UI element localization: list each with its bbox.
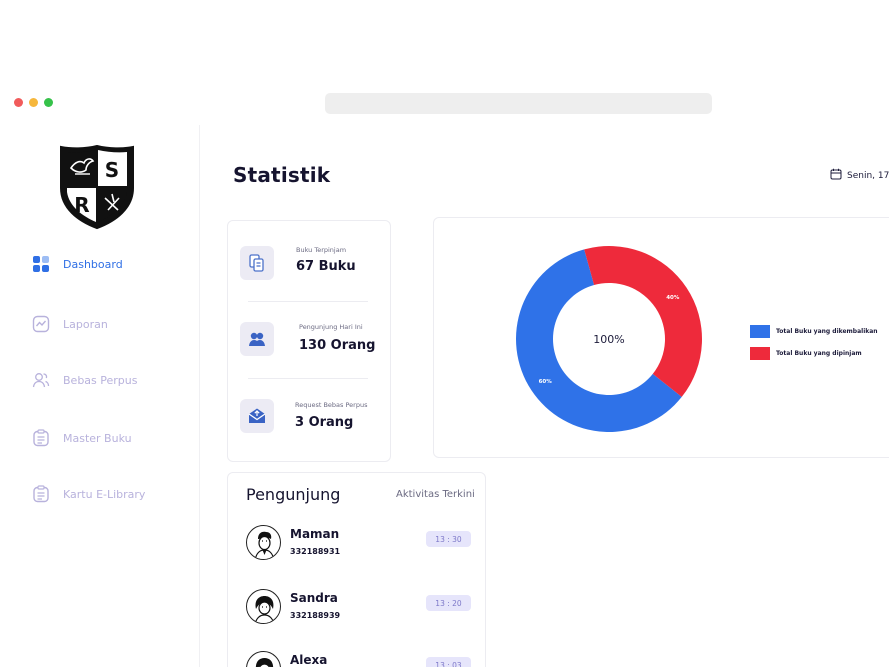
chart-legend: Total Buku yang dikembalikan Total Buku … xyxy=(750,320,878,364)
stat-pengunjung: Pengunjung Hari Ini 130 Orang xyxy=(240,322,390,362)
stat-value: 3 Orang xyxy=(295,415,354,430)
shield-logo-icon: S R xyxy=(60,144,134,230)
visitors-subtitle: Aktivitas Terkini xyxy=(396,489,475,500)
books-icon xyxy=(240,246,274,280)
visitor-row[interactable]: Maman 332188931 13 : 30 xyxy=(246,525,472,569)
visitor-row[interactable]: Alexa 13 : 03 xyxy=(246,651,472,667)
sidebar-item-master-buku[interactable]: Master Buku xyxy=(32,429,132,447)
clipboard-icon xyxy=(32,429,50,447)
legend-label: Total Buku yang dipinjam xyxy=(776,349,862,357)
sidebar-item-label: Kartu E-Library xyxy=(63,487,146,501)
legend-swatch xyxy=(750,324,770,338)
visitor-name: Alexa xyxy=(290,653,328,667)
mail-request-icon xyxy=(240,399,274,433)
svg-text:S: S xyxy=(105,158,119,182)
stat-label: Request Bebas Perpus xyxy=(295,401,368,409)
chart-line-icon xyxy=(32,315,50,333)
avatar xyxy=(246,651,281,667)
time-badge: 13 : 03 xyxy=(426,657,471,667)
grid-icon xyxy=(32,255,50,273)
maximize-window-dot[interactable] xyxy=(44,98,53,107)
stat-buku-terpinjam: Buku Terpinjam 67 Buku xyxy=(240,246,390,286)
users-icon xyxy=(32,371,50,389)
visitors-title: Pengunjung xyxy=(246,485,341,504)
visitor-id: 332188931 xyxy=(290,547,341,556)
sidebar-divider xyxy=(199,125,200,667)
close-window-dot[interactable] xyxy=(14,98,23,107)
visitors-card: Pengunjung Aktivitas Terkini Maman 33218… xyxy=(227,472,486,667)
sidebar-item-label: Dashboard xyxy=(63,257,123,271)
visitor-name: Sandra xyxy=(290,591,338,605)
time-badge: 13 : 30 xyxy=(426,531,471,547)
avatar xyxy=(246,525,281,560)
stat-request-bebas-perpus: Request Bebas Perpus 3 Orang xyxy=(240,399,390,439)
donut-center-label: 100% xyxy=(593,333,624,346)
sidebar-item-dashboard[interactable]: Dashboard xyxy=(32,255,123,273)
stat-label: Pengunjung Hari Ini xyxy=(299,323,363,331)
visitor-row[interactable]: Sandra 332188939 13 : 20 xyxy=(246,589,472,633)
time-badge: 13 : 20 xyxy=(426,595,471,611)
legend-swatch xyxy=(750,346,770,360)
avatar xyxy=(246,589,281,624)
stat-value: 130 Orang xyxy=(299,338,376,353)
sidebar-item-laporan[interactable]: Laporan xyxy=(32,315,108,333)
minimize-window-dot[interactable] xyxy=(29,98,38,107)
slice-value-label: 60% xyxy=(539,379,553,385)
window-controls xyxy=(14,98,53,107)
calendar-icon xyxy=(830,168,842,183)
page-title: Statistik xyxy=(233,163,331,187)
sidebar-item-label: Master Buku xyxy=(63,431,132,445)
legend-item: Total Buku yang dipinjam xyxy=(750,342,878,364)
people-icon xyxy=(240,322,274,356)
donut-slice[interactable] xyxy=(584,246,702,397)
divider xyxy=(248,301,368,302)
date-text: Senin, 17 N xyxy=(847,170,889,181)
legend-item: Total Buku yang dikembalikan xyxy=(750,320,878,342)
address-bar[interactable] xyxy=(325,93,712,114)
school-logo: S R xyxy=(58,144,136,230)
svg-text:R: R xyxy=(74,193,89,217)
person-avatar-icon xyxy=(255,658,274,667)
clipboard-icon xyxy=(32,485,50,503)
person-avatar-icon xyxy=(254,531,275,559)
donut-chart-card: 60% 40% 100% Total Buku yang dikembalikan … xyxy=(433,217,889,458)
visitor-name: Maman xyxy=(290,527,340,541)
sidebar-item-bebas-perpus[interactable]: Bebas Perpus xyxy=(32,371,137,389)
visitor-id: 332188939 xyxy=(290,611,341,620)
sidebar-item-label: Laporan xyxy=(63,317,108,331)
sidebar-item-label: Bebas Perpus xyxy=(63,373,138,387)
stat-label: Buku Terpinjam xyxy=(296,246,347,254)
stat-value: 67 Buku xyxy=(296,259,356,274)
stats-card: Buku Terpinjam 67 Buku Pengunjung Hari I… xyxy=(227,220,391,462)
person-avatar-icon xyxy=(254,596,275,623)
slice-value-label: 40% xyxy=(666,295,680,301)
divider xyxy=(248,378,368,379)
date-display[interactable]: Senin, 17 N xyxy=(830,168,889,183)
sidebar-item-kartu-e-library[interactable]: Kartu E-Library xyxy=(32,485,145,503)
app-window: S R Dashboard Laporan Bebas Perpus Maste… xyxy=(0,0,889,667)
legend-label: Total Buku yang dikembalikan xyxy=(776,327,878,335)
